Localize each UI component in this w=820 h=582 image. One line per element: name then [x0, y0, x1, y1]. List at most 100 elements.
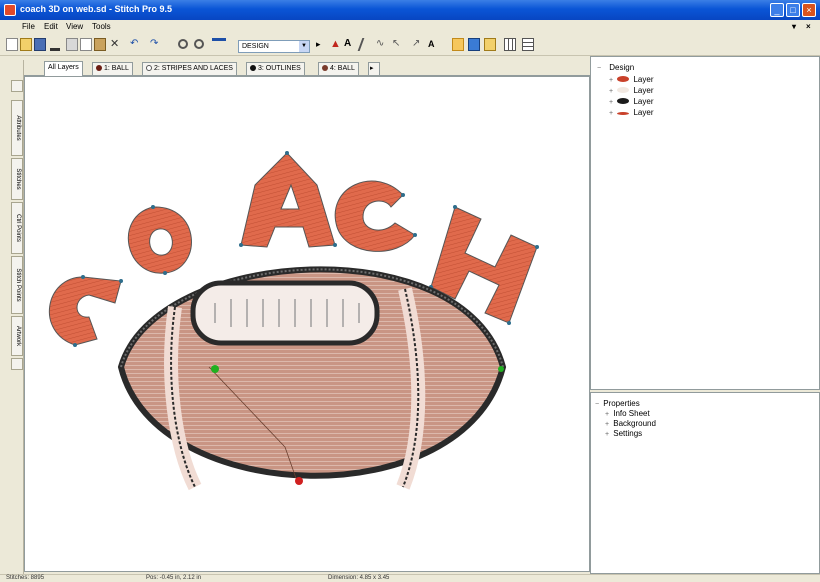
layer-color-dot: [96, 65, 102, 71]
design-canvas[interactable]: [24, 76, 590, 572]
expand-icon[interactable]: +: [609, 77, 615, 84]
status-stitch-count: Stitches: 8895: [6, 575, 45, 581]
zoom-select[interactable]: DESIGN ▼: [238, 40, 310, 53]
chevron-down-icon[interactable]: ▼: [299, 41, 309, 52]
expand-icon[interactable]: +: [605, 421, 611, 428]
tree-layer-4[interactable]: + Layer: [609, 108, 653, 117]
collapse-icon[interactable]: −: [597, 65, 603, 72]
expand-icon[interactable]: +: [605, 411, 611, 418]
cut-icon[interactable]: [66, 38, 78, 51]
tree-layer-3[interactable]: + Layer: [609, 97, 653, 106]
pointer-icon[interactable]: ↗: [412, 38, 424, 51]
close-button[interactable]: ×: [802, 3, 816, 17]
properties-root-label: Properties: [603, 399, 640, 408]
football-artwork: [117, 266, 507, 491]
properties-item-label: Info Sheet: [613, 409, 650, 418]
3d-view-icon[interactable]: [484, 38, 496, 51]
zoom-out-icon[interactable]: [194, 39, 204, 49]
layer-color-dot: [146, 65, 152, 71]
curve-tool-icon[interactable]: ∿: [376, 38, 388, 51]
tab-layer-2[interactable]: 2: STRIPES AND LACES: [142, 62, 237, 75]
expand-icon[interactable]: +: [609, 88, 615, 95]
text-tool-icon[interactable]: A: [344, 38, 356, 51]
tab-label: 1: BALL: [104, 65, 129, 72]
save-icon[interactable]: [34, 38, 46, 51]
open-folder-icon[interactable]: [20, 38, 32, 51]
side-tab-label: Ctrl Points: [15, 214, 21, 242]
layer-label: Layer: [633, 108, 654, 117]
layer-color-dot: [250, 65, 256, 71]
zoom-in-icon[interactable]: [178, 39, 188, 49]
delete-icon[interactable]: ✕: [110, 38, 122, 51]
line-tool-icon[interactable]: [357, 38, 375, 51]
print-icon[interactable]: [50, 38, 60, 51]
tab-label: 3: OUTLINES: [258, 65, 301, 72]
fit-icon[interactable]: [212, 38, 226, 51]
properties-item-settings[interactable]: + Settings: [605, 429, 642, 438]
tree-layer-2[interactable]: + Layer: [609, 86, 653, 95]
lettering-icon[interactable]: A: [428, 38, 440, 51]
menu-view[interactable]: View: [66, 22, 83, 31]
status-dimension: Dimension: 4.85 x 3.45: [328, 575, 390, 581]
tree-layer-1[interactable]: + Layer: [609, 75, 653, 84]
properties-item-info-sheet[interactable]: + Info Sheet: [605, 409, 650, 418]
layer-label: Layer: [633, 86, 654, 95]
side-tab-ctrl-points[interactable]: Ctrl Points: [11, 202, 23, 254]
layer-label: Layer: [633, 75, 654, 84]
properties-item-background[interactable]: + Background: [605, 419, 656, 428]
grid-view-icon[interactable]: [468, 38, 480, 51]
properties-panel: − Properties + Info Sheet + Background +…: [590, 392, 820, 574]
tab-all-layers[interactable]: All Layers: [44, 61, 83, 76]
redo-icon[interactable]: ↷: [150, 38, 162, 51]
menu-tools[interactable]: Tools: [92, 22, 111, 31]
tree-root-label: Design: [609, 63, 635, 72]
expand-icon[interactable]: +: [605, 431, 611, 438]
side-tab-stitches[interactable]: Stitches: [11, 158, 23, 200]
collapse-icon[interactable]: −: [595, 401, 601, 408]
minimize-button[interactable]: _: [770, 3, 784, 17]
zoom-step-icon[interactable]: ▸: [316, 38, 328, 51]
side-tab-stitch-points[interactable]: Stitch Points: [11, 256, 23, 314]
tab-layer-3[interactable]: 3: OUTLINES: [246, 62, 305, 75]
node-tool-icon[interactable]: ↖: [392, 38, 404, 51]
tab-label: 2: STRIPES AND LACES: [154, 65, 233, 72]
copy-icon[interactable]: [80, 38, 92, 51]
menu-edit[interactable]: Edit: [44, 22, 58, 31]
layer-tabs: ◂ All Layers 1: BALL 2: STRIPES AND LACE…: [10, 60, 590, 76]
layer-swatch-icon: [617, 76, 630, 82]
tab-scroll-right-icon[interactable]: ▸: [368, 62, 380, 75]
fill-icon[interactable]: ▲: [330, 38, 342, 51]
side-tab-attributes[interactable]: Attributes: [11, 100, 23, 156]
embroidery-artwork: [48, 151, 539, 491]
expand-icon[interactable]: +: [609, 110, 615, 117]
properties-root[interactable]: − Properties: [595, 399, 640, 408]
properties-item-label: Settings: [613, 429, 643, 438]
tree-root-design[interactable]: − Design: [597, 63, 634, 72]
side-tab-artwork[interactable]: Artwork: [11, 316, 23, 356]
maximize-button[interactable]: □: [786, 3, 800, 17]
expand-icon[interactable]: +: [609, 99, 615, 106]
tab-layer-1[interactable]: 1: BALL: [92, 62, 133, 75]
zoom-select-value: DESIGN: [242, 43, 269, 50]
table-icon[interactable]: [504, 38, 516, 51]
stitch-view-icon[interactable]: [452, 38, 464, 51]
mdi-close-icon[interactable]: ×: [806, 22, 811, 31]
paste-icon[interactable]: [94, 38, 106, 51]
design-tree-panel: − Design + Layer + Layer + Layer + Layer: [590, 56, 820, 390]
menu-bar: File Edit View Tools ▾ ×: [0, 20, 820, 34]
app-icon: [4, 4, 16, 16]
side-tab-pin-icon[interactable]: [11, 80, 23, 92]
tab-layer-4[interactable]: 4: BALL: [318, 62, 359, 75]
layer-label: Layer: [633, 97, 654, 106]
tab-label: All Layers: [48, 64, 79, 71]
title-bar: coach 3D on web.sd - Stitch Pro 9.5 _ □ …: [0, 0, 820, 20]
tab-label: 4: BALL: [330, 65, 355, 72]
toolbar: ✕ ↶ ↷ ▸ ▲ A ∿ ↖ ↗ A: [0, 34, 820, 56]
list-icon[interactable]: [522, 38, 534, 51]
side-tab-scroll-icon[interactable]: [11, 358, 23, 370]
layer-swatch-icon: [617, 98, 630, 104]
undo-icon[interactable]: ↶: [130, 38, 142, 51]
menu-file[interactable]: File: [22, 22, 35, 31]
mdi-menu-icon[interactable]: ▾: [792, 22, 796, 31]
new-doc-icon[interactable]: [6, 38, 18, 51]
